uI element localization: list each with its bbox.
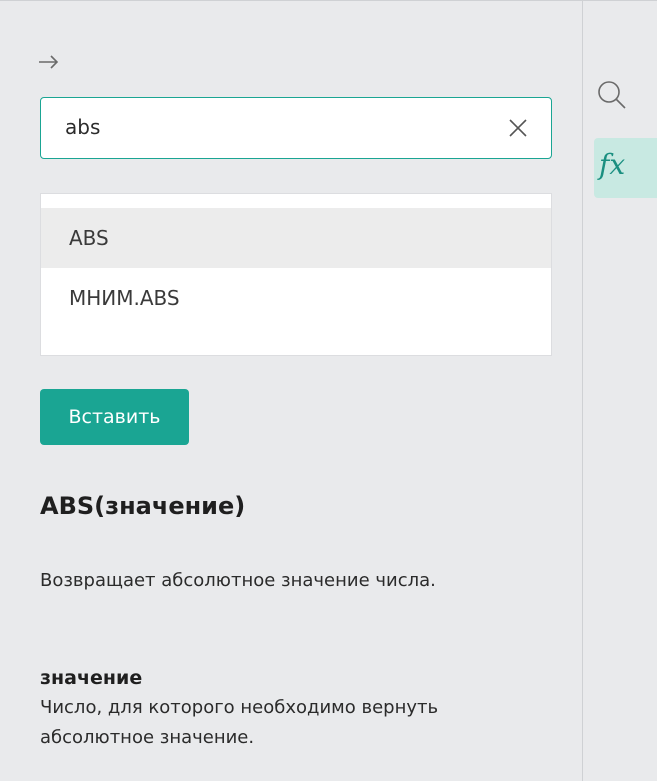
argument-description: Число, для которого необходимо вернуть а…: [40, 697, 439, 748]
function-search-box: [40, 97, 552, 159]
function-description: Возвращает абсолютное значение числа.: [40, 570, 436, 591]
result-item-abs[interactable]: ABS: [41, 208, 551, 268]
function-signature: ABS(значение): [40, 492, 246, 520]
function-results-list: ABS МНИМ.ABS: [40, 193, 552, 356]
fx-icon[interactable]: fx: [594, 138, 657, 198]
function-search-input[interactable]: [65, 98, 485, 156]
search-icon[interactable]: [596, 79, 628, 111]
app-window: ABS МНИМ.ABS Вставить ABS(значение) Возв…: [0, 0, 657, 781]
arrow-right-icon[interactable]: [36, 49, 62, 75]
side-rail: fx: [584, 1, 657, 781]
result-item-imabs[interactable]: МНИМ.ABS: [41, 268, 551, 328]
functions-panel: ABS МНИМ.ABS Вставить ABS(значение) Возв…: [0, 1, 583, 781]
fx-glyph: fx: [599, 148, 626, 181]
insert-button[interactable]: Вставить: [40, 389, 189, 445]
argument-name: значение: [40, 667, 143, 689]
close-icon[interactable]: [507, 117, 529, 139]
